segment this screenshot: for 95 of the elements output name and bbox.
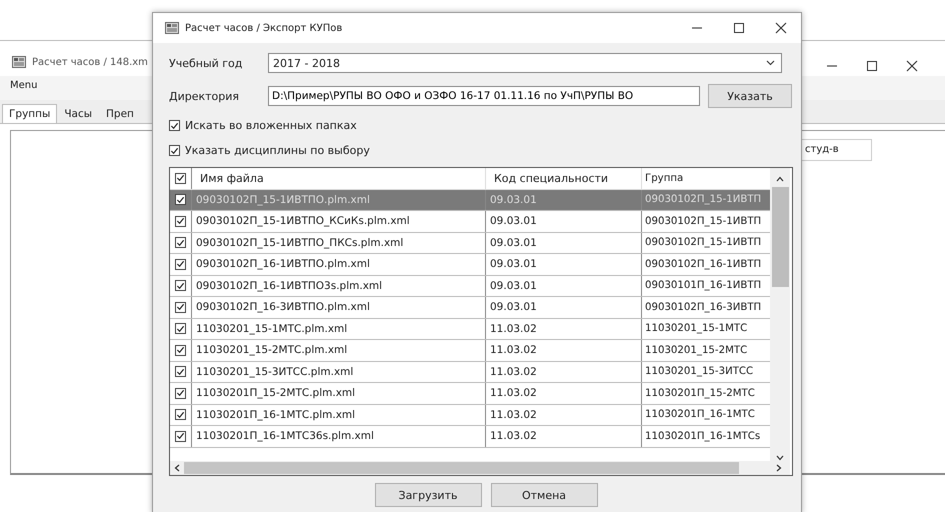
table-cell: 11.03.02: [486, 426, 642, 446]
table-cell-text: 11030201П_16-1МТСs: [644, 430, 762, 444]
field-label: Директория: [169, 90, 240, 102]
table-row[interactable]: 09030102П_16-1ИВТПО.plm.xml 09.03.01 09030102П_16-1ИВТП: [170, 254, 770, 276]
table-cell: 09030102П_15-1ИВТПО.plm.xml: [192, 190, 486, 210]
checkbox[interactable]: [175, 388, 186, 399]
checkbox[interactable]: [175, 409, 186, 420]
checkbox[interactable]: [175, 430, 186, 442]
table-cell-text: 11030201_15-1МТС: [644, 322, 748, 336]
table-cell: 11030201П_16-1МТС.plm.xml: [192, 404, 486, 425]
app-icon[interactable]: [12, 56, 26, 68]
table-row[interactable]: 09030102П_15-1ИВТПО_КСиКs.plm.xml 09.03.01 09030102П_15-1ИВТП: [170, 211, 770, 232]
table-cell: 09.03.01: [486, 232, 642, 253]
checkbox[interactable]: [175, 216, 186, 227]
table-cell: 09030102П_16-1ИВТПО.plm.xml: [192, 254, 486, 274]
table-cell-text: 09030102П_15-1ИВТП: [644, 236, 762, 250]
close-icon[interactable]: [775, 22, 787, 34]
browse-button[interactable]: Указать: [708, 84, 792, 108]
table-cell-text: 09030102П_16-3ИВТП: [644, 300, 762, 315]
table-cell-text: 09030102П_15-1ИВТП: [644, 193, 762, 208]
scroll-thumb[interactable]: [772, 187, 788, 287]
table-row[interactable]: 11030201П_15-2МТС.plm.xml 11.03.02 11030201П_15-2МТС: [170, 383, 770, 404]
scroll-thumb[interactable]: [184, 462, 739, 474]
checkbox[interactable]: [169, 145, 180, 156]
column-header[interactable]: Имя файла: [192, 168, 486, 188]
table-row[interactable]: 11030201П_16-1МТС36s.plm.xml 11.03.02 11030201П_16-1МТСs: [170, 426, 770, 448]
table-cell: 09030102П_16-3ИВТПО.plm.xml: [192, 297, 486, 318]
tab[interactable]: Группы: [2, 104, 58, 123]
checkbox-label[interactable]: Искать во вложенных папках: [185, 119, 357, 132]
checkbox[interactable]: [175, 366, 186, 378]
table-cell: 11.03.02: [486, 340, 642, 360]
table-cell: 11.03.02: [486, 404, 642, 425]
table-cell-text: 09030102П_15-1ИВТП: [644, 214, 762, 229]
checkbox[interactable]: [175, 280, 186, 292]
table-cell-text: 11030201П_15-2МТС: [644, 386, 756, 401]
dropdown-caret-icon[interactable]: [766, 60, 775, 66]
column-header[interactable]: Группа: [642, 168, 770, 188]
window-title: Расчет часов / 148.xm: [32, 56, 148, 68]
window-title: Расчет часов / Экспорт КУПов: [185, 22, 342, 34]
tab[interactable]: Часы: [57, 104, 100, 123]
table-row[interactable]: 09030102П_16-3ИВТПО.plm.xml 09.03.01 09030102П_16-3ИВТП: [170, 297, 770, 318]
table-cell: 09.03.01: [486, 254, 642, 274]
table-cell-text: 11030201_15-2МТС: [644, 344, 748, 358]
vertical-scrollbar[interactable]: [770, 168, 790, 461]
table-cell: 11.03.02: [486, 362, 642, 382]
table-cell: 11030201_15-1МТС.plm.xml: [192, 318, 486, 339]
table-cell: 09.03.01: [486, 211, 642, 232]
maximize-icon[interactable]: [733, 22, 745, 34]
checkbox[interactable]: [175, 172, 186, 184]
table-cell-text: 11030201_15-3ИТСС: [644, 365, 754, 380]
scroll-right-icon[interactable]: [776, 464, 782, 472]
table-cell-text: 11030201П_16-1МТС: [644, 408, 756, 422]
checkbox[interactable]: [175, 323, 186, 334]
table-row[interactable]: 11030201_15-3ИТСС.plm.xml 11.03.02 11030201_15-3ИТСС: [170, 362, 770, 383]
table-cell: 09030102П_16-1ИВТПО3s.plm.xml: [192, 276, 486, 296]
directory-field[interactable]: D:\Пример\РУПЫ ВО ОФО и ОЗФО 16-17 01.11.16 по УчП\РУПЫ ВО: [268, 86, 700, 106]
table-cell: 11.03.02: [486, 383, 642, 404]
checkbox[interactable]: [175, 258, 186, 270]
dialog-button[interactable]: Загрузить: [374, 483, 482, 507]
scroll-left-icon[interactable]: [174, 464, 180, 472]
maximize-icon[interactable]: [866, 60, 878, 72]
table-cell-text: 09030102П_16-1ИВТП: [644, 258, 762, 272]
column-header[interactable]: Код специальности: [486, 168, 642, 188]
table-row[interactable]: 11030201П_16-1МТС.plm.xml 11.03.02 11030201П_16-1МТС: [170, 404, 770, 426]
scroll-down-icon[interactable]: [776, 455, 784, 461]
checkbox-label[interactable]: Указать дисциплины по выбору: [185, 144, 370, 157]
table-row[interactable]: 09030102П_16-1ИВТПО3s.plm.xml 09.03.01 09030101П_16-1ИВТП: [170, 276, 770, 297]
table-row[interactable]: 11030201_15-1МТС.plm.xml 11.03.02 11030201_15-1МТС: [170, 318, 770, 340]
table-cell: 11.03.02: [486, 318, 642, 339]
horizontal-scrollbar[interactable]: [170, 461, 790, 475]
dialog-button[interactable]: Отмена: [490, 483, 598, 507]
scroll-up-icon[interactable]: [776, 176, 784, 182]
checkbox[interactable]: [175, 344, 186, 356]
table-cell: 09.03.01: [486, 276, 642, 296]
field-label: Учебный год: [169, 56, 244, 70]
checkbox[interactable]: [175, 302, 186, 313]
table-cell: 09030102П_15-1ИВТПО_КСиКs.plm.xml: [192, 211, 486, 232]
app-icon[interactable]: [165, 22, 179, 34]
table-cell: 11030201П_15-2МТС.plm.xml: [192, 383, 486, 404]
table-cell: 09.03.01: [486, 190, 642, 210]
checkbox[interactable]: [169, 120, 180, 131]
table-cell-text: 09030101П_16-1ИВТП: [644, 279, 762, 294]
table-row[interactable]: 09030102П_15-1ИВТПО_ПКСs.plm.xml 09.03.01 09030102П_15-1ИВТП: [170, 232, 770, 254]
table-row[interactable]: 11030201_15-2МТС.plm.xml 11.03.02 11030201_15-2МТС: [170, 340, 770, 362]
table-cell: 11030201П_16-1МТС36s.plm.xml: [192, 426, 486, 446]
table-cell: 11030201_15-3ИТСС.plm.xml: [192, 362, 486, 382]
table-cell: 09.03.01: [486, 297, 642, 318]
close-icon[interactable]: [906, 60, 918, 72]
table-cell: 11030201_15-2МТС.plm.xml: [192, 340, 486, 360]
checkbox[interactable]: [175, 237, 186, 248]
checkbox[interactable]: [175, 194, 186, 206]
year-dropdown[interactable]: 2017 - 2018: [268, 53, 782, 73]
table-cell: 09030102П_15-1ИВТПО_ПКСs.plm.xml: [192, 232, 486, 253]
menu-item[interactable]: Menu: [10, 80, 38, 96]
tab[interactable]: Преп: [99, 104, 141, 123]
